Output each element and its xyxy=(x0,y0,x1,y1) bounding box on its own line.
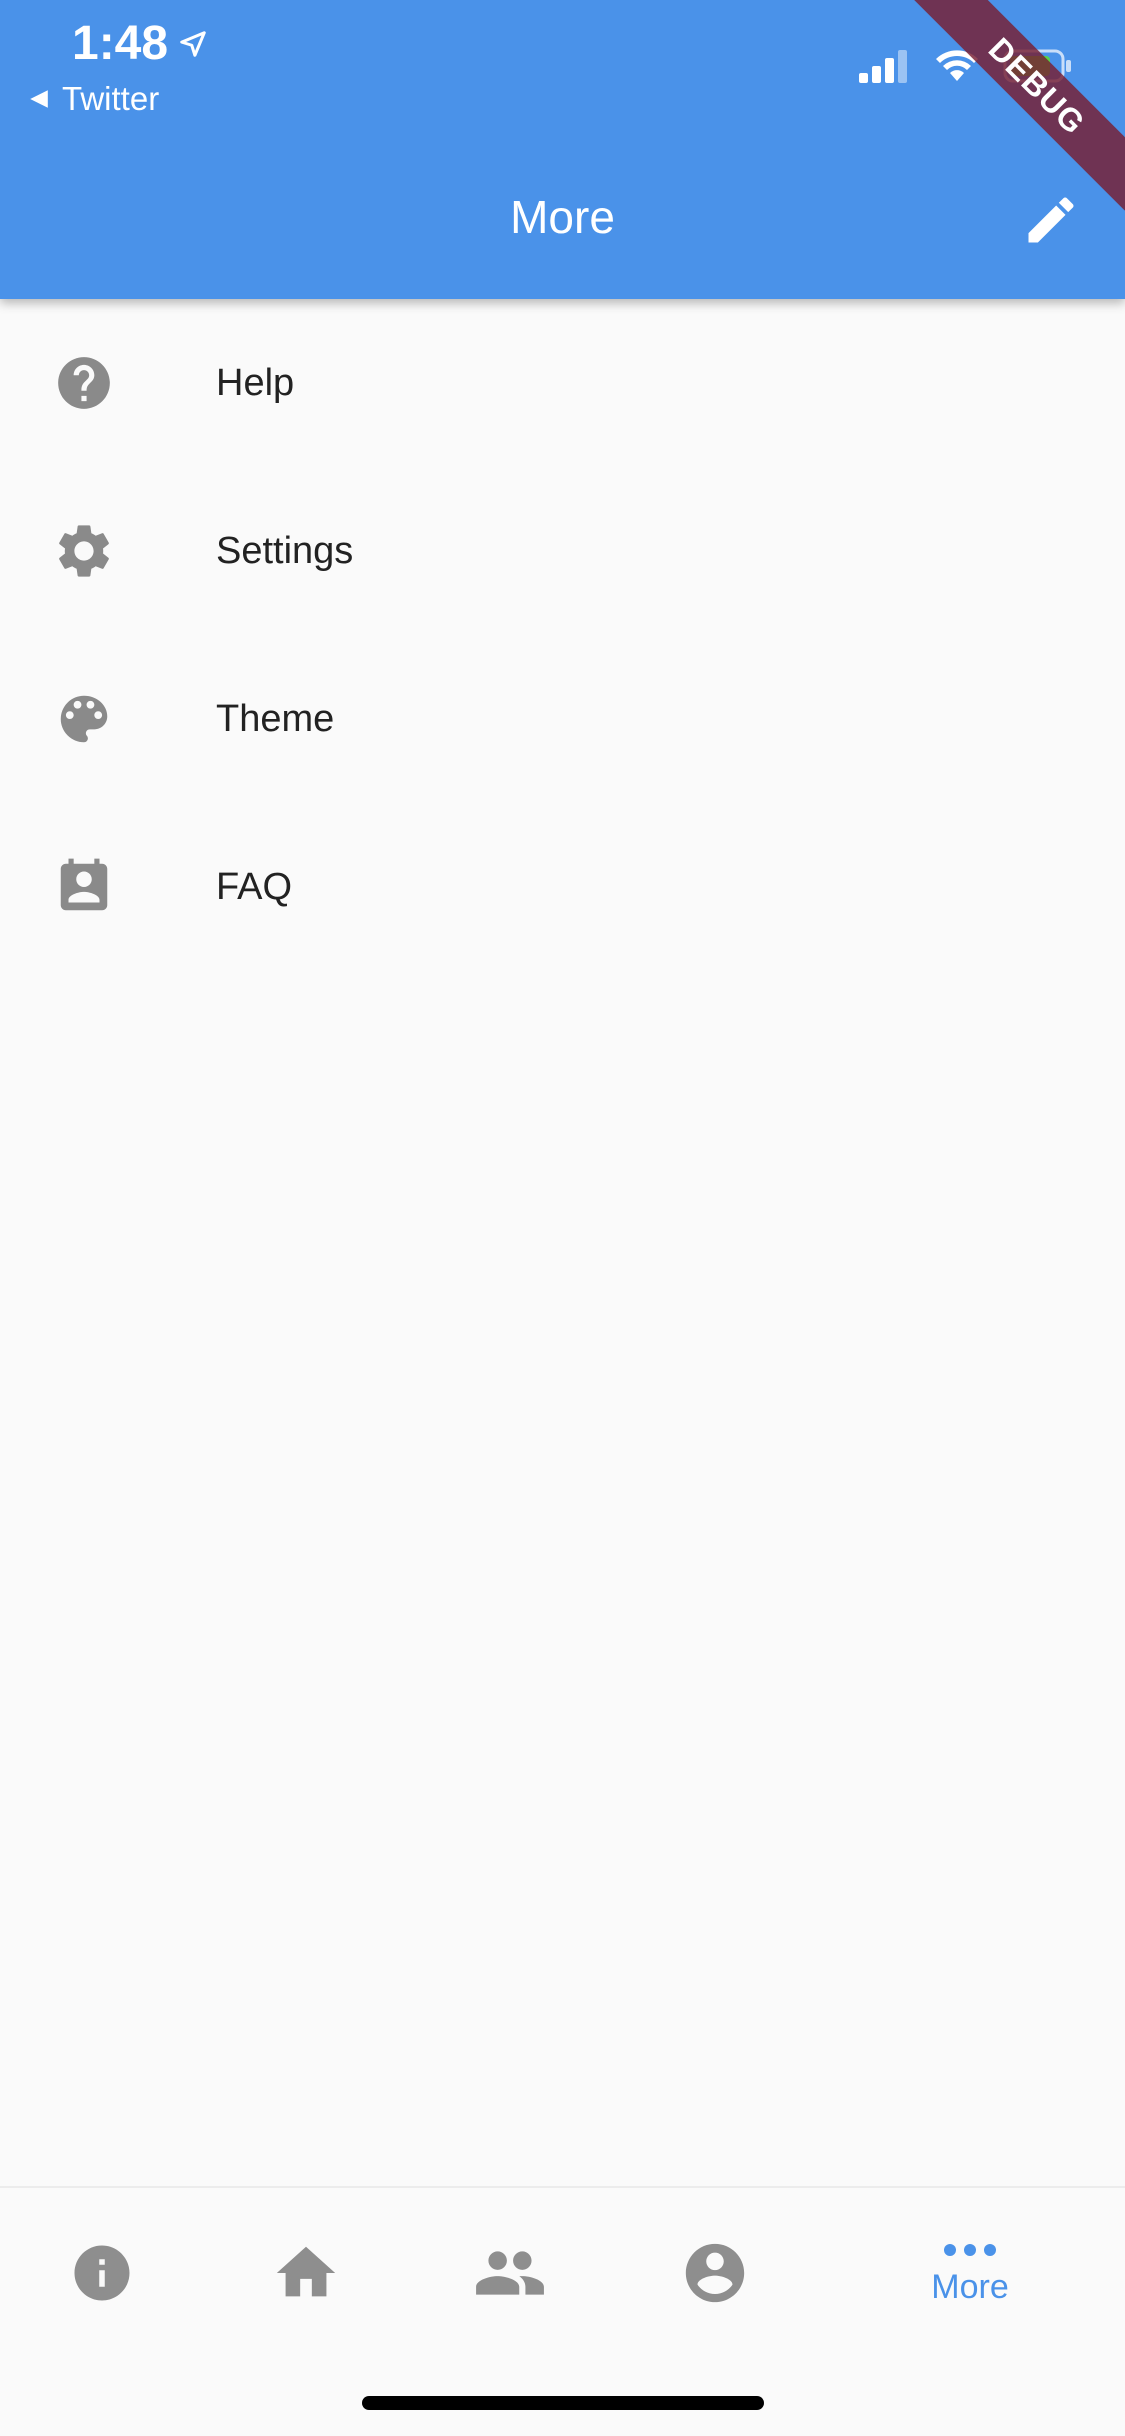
info-icon xyxy=(74,2245,130,2301)
list-item-label: Theme xyxy=(216,697,335,740)
more-menu-list: Help Settings Theme FAQ xyxy=(0,299,1125,971)
status-time: 1:48 xyxy=(72,16,208,71)
back-app-label: Twitter xyxy=(62,80,160,117)
list-item-theme[interactable]: Theme xyxy=(0,635,1125,803)
list-item-faq[interactable]: FAQ xyxy=(0,803,1125,971)
back-to-app-link[interactable]: Twitter xyxy=(28,80,159,118)
list-item-help[interactable]: Help xyxy=(0,299,1125,467)
edit-button[interactable] xyxy=(1013,182,1089,258)
list-item-settings[interactable]: Settings xyxy=(0,467,1125,635)
page-title: More xyxy=(510,191,615,243)
people-icon xyxy=(476,2251,544,2295)
list-item-label: Settings xyxy=(216,529,354,572)
nav-item-info[interactable] xyxy=(42,2188,162,2358)
gear-icon xyxy=(50,517,118,585)
nav-item-account[interactable] xyxy=(655,2188,775,2358)
location-arrow-icon xyxy=(180,30,206,57)
status-time-text: 1:48 xyxy=(72,17,169,70)
list-item-label: Help xyxy=(216,361,295,404)
nav-item-more[interactable]: More xyxy=(900,2188,1040,2358)
nav-item-home[interactable] xyxy=(246,2188,366,2358)
account-circle-icon xyxy=(685,2243,745,2303)
pencil-icon xyxy=(1028,197,1074,243)
cellular-signal-icon xyxy=(859,50,907,83)
screen: 1:48 Twitter More DEBUG Help Settings Th… xyxy=(0,0,1125,2436)
app-bar: 1:48 Twitter More xyxy=(0,0,1125,299)
list-item-label: FAQ xyxy=(216,865,293,908)
nav-item-people[interactable] xyxy=(450,2188,570,2358)
home-icon xyxy=(276,2246,336,2297)
palette-icon xyxy=(50,685,118,753)
help-circle-icon xyxy=(50,349,118,417)
nav-item-label: More xyxy=(931,2267,1009,2306)
contact-card-icon xyxy=(50,853,118,921)
home-indicator xyxy=(362,2396,764,2410)
more-horizontal-icon xyxy=(944,2243,996,2256)
back-triangle-icon xyxy=(30,90,48,108)
